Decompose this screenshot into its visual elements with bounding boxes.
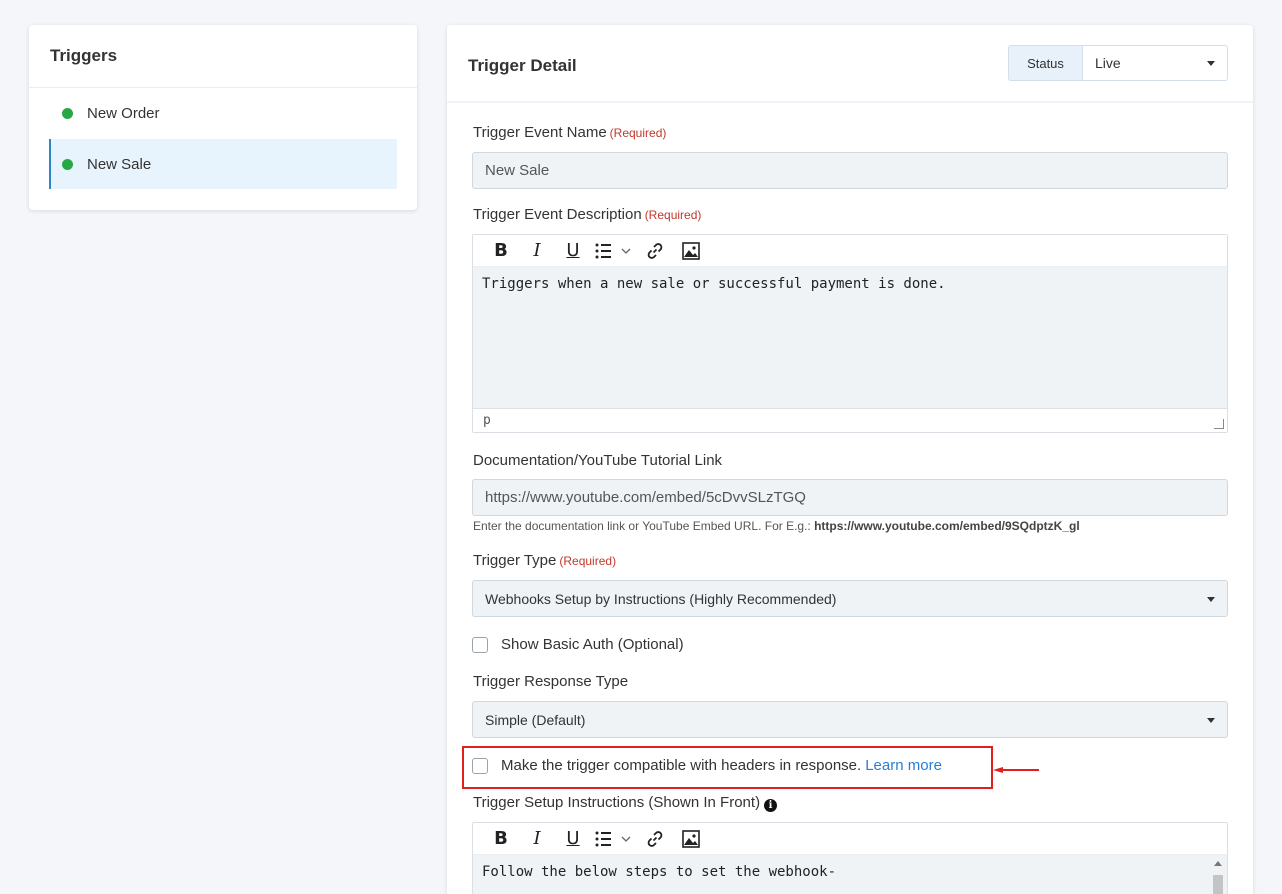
image-icon[interactable]: [673, 826, 709, 852]
doc-help-text: Enter the documentation link or YouTube …: [473, 519, 1080, 533]
setup-label-text: Trigger Setup Instructions (Shown In Fro…: [473, 794, 761, 811]
trigger-type-value: Webhooks Setup by Instructions (Highly R…: [485, 590, 837, 607]
status-select[interactable]: Live: [1083, 45, 1228, 81]
scrollbar-thumb[interactable]: [1213, 875, 1223, 894]
caret-down-icon: [1207, 61, 1215, 66]
caret-down-icon: [1207, 717, 1215, 723]
trigger-item-new-order[interactable]: New Order: [49, 88, 397, 138]
doc-label: Documentation/YouTube Tutorial Link: [473, 452, 723, 469]
bullet-list-icon[interactable]: [591, 238, 637, 264]
event-desc-text: Triggers when a new sale or successful p…: [482, 276, 946, 292]
headers-compat-row: Make the trigger compatible with headers…: [472, 757, 942, 774]
setup-editor[interactable]: B I U Follow the below steps to set the …: [472, 822, 1228, 894]
status-value: Live: [1095, 55, 1121, 71]
page-title: Trigger Detail: [468, 56, 577, 75]
triggers-panel: Triggers New Order New Sale: [29, 25, 417, 210]
status-dot-icon: [62, 158, 73, 170]
event-name-label-text: Trigger Event Name: [473, 124, 607, 141]
response-type-label: Trigger Response Type: [473, 673, 629, 690]
bullet-list-icon[interactable]: [591, 826, 637, 852]
basic-auth-row: Show Basic Auth (Optional): [472, 636, 684, 653]
event-name-input[interactable]: New Sale: [472, 152, 1228, 189]
setup-text: Follow the below steps to set the webhoo…: [482, 864, 837, 880]
italic-icon[interactable]: I: [519, 826, 555, 852]
underline-icon[interactable]: U: [555, 826, 591, 852]
resize-handle-icon[interactable]: [1214, 419, 1224, 429]
arrow-left-icon: [993, 767, 1039, 773]
doc-help-example: https://www.youtube.com/embed/9SQdptzK_g…: [814, 519, 1080, 533]
event-desc-label: Trigger Event Description (Required): [473, 206, 701, 223]
scroll-up-icon[interactable]: [1214, 861, 1222, 866]
trigger-type-label: Trigger Type (Required): [473, 552, 616, 569]
headers-compat-label: Make the trigger compatible with headers…: [501, 757, 862, 774]
trigger-item-label: New Order: [87, 104, 160, 122]
editor-toolbar: B I U: [473, 823, 1227, 855]
detail-header: Trigger Detail Status Live: [447, 25, 1253, 103]
link-icon[interactable]: [637, 826, 673, 852]
event-name-value: New Sale: [485, 162, 550, 179]
event-name-label: Trigger Event Name (Required): [473, 124, 666, 141]
doc-link-value: https://www.youtube.com/embed/5cDvvSLzTG…: [485, 489, 806, 506]
link-icon[interactable]: [637, 238, 673, 264]
trigger-item-new-sale[interactable]: New Sale: [49, 139, 397, 189]
required-tag: (Required): [609, 126, 667, 140]
bold-icon[interactable]: B: [483, 238, 519, 264]
basic-auth-checkbox[interactable]: [472, 636, 488, 653]
underline-icon[interactable]: U: [555, 238, 591, 264]
editor-scrollbar[interactable]: [1212, 857, 1224, 894]
caret-down-icon: [1207, 596, 1215, 602]
event-desc-editor[interactable]: B I U Triggers when a new sale or succes…: [472, 234, 1228, 433]
trigger-item-label: New Sale: [87, 155, 152, 173]
editor-statusbar: p: [473, 408, 1227, 432]
trigger-type-select[interactable]: Webhooks Setup by Instructions (Highly R…: [472, 580, 1228, 617]
italic-icon[interactable]: I: [519, 238, 555, 264]
response-type-select[interactable]: Simple (Default): [472, 701, 1228, 738]
event-desc-label-text: Trigger Event Description: [473, 206, 642, 223]
doc-help-prefix: Enter the documentation link or YouTube …: [473, 519, 811, 533]
required-tag: (Required): [644, 208, 702, 222]
response-type-value: Simple (Default): [485, 711, 586, 728]
setup-label: Trigger Setup Instructions (Shown In Fro…: [473, 794, 778, 812]
headers-compat-checkbox[interactable]: [472, 757, 488, 774]
editor-path: p: [483, 413, 491, 428]
status-dot-icon: [62, 107, 73, 119]
status-label: Status: [1008, 45, 1083, 81]
basic-auth-label: Show Basic Auth (Optional): [501, 636, 684, 653]
trigger-detail-panel: Trigger Detail Status Live Trigger Event…: [447, 25, 1253, 894]
doc-link-input[interactable]: https://www.youtube.com/embed/5cDvvSLzTG…: [472, 479, 1228, 516]
editor-toolbar: B I U: [473, 235, 1227, 267]
info-icon[interactable]: i: [764, 799, 778, 812]
bold-icon[interactable]: B: [483, 826, 519, 852]
image-icon[interactable]: [673, 238, 709, 264]
required-tag: (Required): [559, 554, 617, 568]
learn-more-link[interactable]: Learn more: [865, 757, 942, 774]
trigger-type-label-text: Trigger Type: [473, 552, 557, 569]
triggers-title: Triggers: [29, 25, 417, 88]
